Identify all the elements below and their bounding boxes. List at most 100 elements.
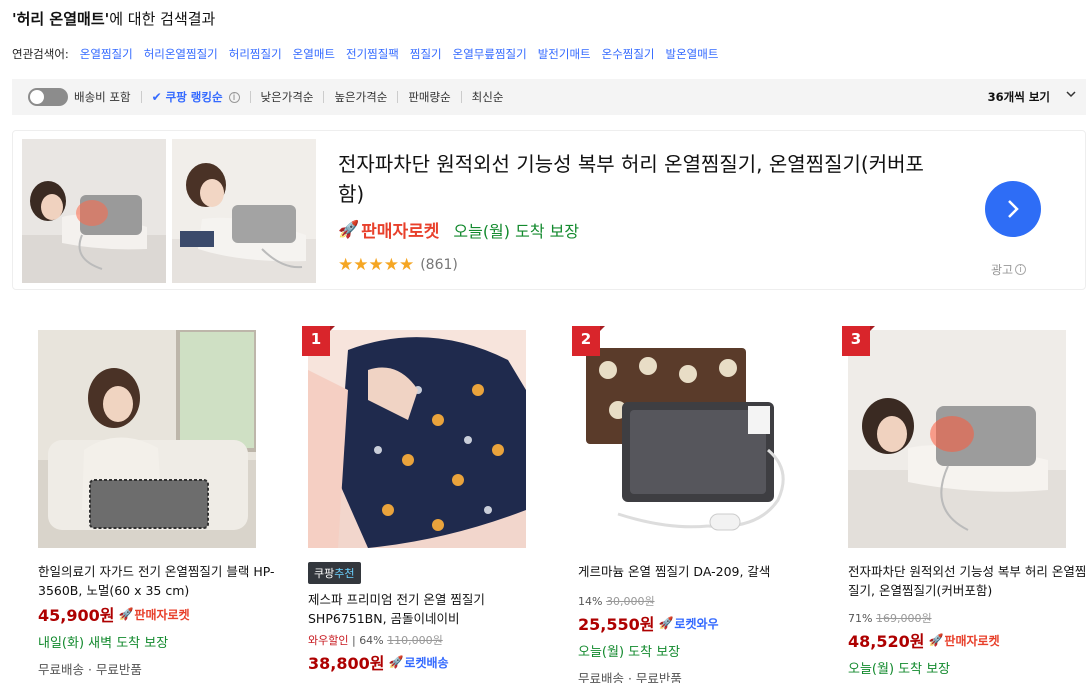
- rocket-icon: 🚀: [388, 655, 404, 669]
- related-term-link[interactable]: 온수찜질기: [602, 46, 655, 62]
- related-term-link[interactable]: 온열매트: [293, 46, 335, 62]
- original-price: 30,000원: [605, 595, 655, 608]
- rank-badge: 1: [302, 326, 335, 356]
- price-line: 45,900원 🚀 판매자로켓: [38, 602, 278, 626]
- sort-option-newest[interactable]: 최신순: [472, 89, 504, 105]
- shipping-included-toggle[interactable]: [28, 88, 68, 106]
- review-count: (861): [420, 257, 458, 273]
- ad-product-title[interactable]: 전자파차단 원적외선 기능성 복부 허리 온열찜질기, 온열찜질기(커버포함): [338, 149, 948, 209]
- search-result-heading: '허리 온열매트'에 대한 검색결과: [12, 8, 215, 29]
- price-line: 25,550원 🚀 로켓와우: [578, 611, 818, 635]
- chevron-right-icon: [1008, 200, 1019, 218]
- delivery-badge-label: 판매자로켓: [944, 633, 1000, 648]
- product-image[interactable]: [172, 139, 316, 283]
- product-image[interactable]: [848, 330, 1066, 548]
- product-info: 게르마늄 온열 찜질기 DA-209, 갈색 14% 30,000원 25,55…: [578, 562, 818, 683]
- rocket-delivery-badge: 🚀 로켓배송: [388, 654, 448, 671]
- product-name[interactable]: 게르마늄 온열 찜질기 DA-209, 갈색: [578, 562, 818, 581]
- related-searches: 연관검색어: 온열찜질기 허리온열찜질기 허리찜질기 온열매트 전기찜질팩 찜질…: [12, 46, 718, 62]
- shipping-note: 무료배송 · 무료반품: [38, 662, 142, 677]
- delivery-badge-label: 판매자로켓: [134, 607, 190, 622]
- product-image[interactable]: [578, 330, 796, 548]
- search-result-suffix: 에 대한 검색결과: [109, 10, 216, 28]
- info-icon[interactable]: i: [228, 91, 240, 103]
- sort-option-sales[interactable]: 판매량순: [408, 89, 450, 105]
- seller-rocket-label: 판매자로켓: [361, 222, 440, 242]
- sale-price: 25,550원: [578, 615, 655, 634]
- sort-option-low-price[interactable]: 낮은가격순: [261, 89, 314, 105]
- info-icon[interactable]: i: [1015, 264, 1027, 275]
- rating: ★★★★★ (861): [338, 255, 458, 275]
- seller-rocket-badge: 🚀 판매자로켓: [338, 217, 440, 243]
- rocket-icon: 🚀: [928, 633, 944, 647]
- related-term-link[interactable]: 온열무릎찜질기: [453, 46, 527, 62]
- rank-badge: 3: [842, 326, 875, 356]
- original-price: 110,000원: [387, 634, 443, 647]
- sponsored-product-banner[interactable]: 전자파차단 원적외선 기능성 복부 허리 온열찜질기, 온열찜질기(커버포함) …: [12, 130, 1086, 290]
- rocket-icon: 🚀: [338, 219, 360, 240]
- rocket-icon: 🚀: [658, 616, 674, 630]
- sort-option-label: 쿠팡 랭킹순: [165, 90, 223, 104]
- ad-badges: 🚀 판매자로켓 오늘(월) 도착 보장: [338, 217, 580, 243]
- original-price-line: 14% 30,000원: [578, 593, 818, 609]
- product-image[interactable]: [308, 330, 526, 548]
- ad-label-text: 광고: [991, 263, 1014, 277]
- product-name[interactable]: 전자파차단 원적외선 기능성 복부 허리 온열찜질기, 온열찜질기(커버포함): [848, 562, 1086, 600]
- arrival-guarantee: 오늘(월) 도착 보장: [578, 645, 681, 660]
- seller-rocket-badge: 🚀 판매자로켓: [928, 632, 999, 649]
- search-results-page: '허리 온열매트'에 대한 검색결과 연관검색어: 온열찜질기 허리온열찜질기 …: [0, 0, 1086, 683]
- sale-price: 38,800원: [308, 654, 385, 673]
- price-line: 38,800원 🚀 로켓배송: [308, 650, 548, 674]
- original-price-line: 와우할인 | 64% 110,000원: [308, 634, 443, 647]
- product-info: 전자파차단 원적외선 기능성 복부 허리 온열찜질기, 온열찜질기(커버포함) …: [848, 562, 1086, 677]
- related-term-link[interactable]: 전기찜질팩: [346, 46, 399, 62]
- per-page-select[interactable]: 36개씩 보기: [988, 89, 1050, 105]
- discount-percent: 71%: [848, 612, 873, 625]
- related-term-link[interactable]: 허리찜질기: [229, 46, 282, 62]
- checkmark-icon: ✔: [151, 90, 162, 104]
- delivery-badge-label: 로켓와우: [674, 616, 719, 631]
- recommended-label: 쿠팡추천: [314, 567, 355, 580]
- search-keyword: '허리 온열매트': [12, 10, 110, 28]
- sort-option-ranking[interactable]: ✔ 쿠팡 랭킹순 i: [152, 89, 240, 105]
- star-rating-icon: ★★★★★: [338, 255, 415, 275]
- product-name[interactable]: 한일의료기 자가드 전기 온열찜질기 블랙 HP-3560B, 노멀(60 x …: [38, 562, 278, 600]
- related-searches-label: 연관검색어:: [12, 47, 69, 61]
- shipping-note: 무료배송 · 무료반품: [578, 671, 682, 683]
- divider: [140, 91, 142, 103]
- coupang-recommended-badge: 쿠팡추천: [308, 562, 361, 584]
- price-line: 48,520원 🚀 판매자로켓: [848, 628, 1086, 652]
- shipping-included-label: 배송비 포함: [74, 90, 131, 104]
- rocket-wow-badge: 🚀 로켓와우: [658, 615, 718, 632]
- arrival-guarantee: 오늘(월) 도착 보장: [848, 662, 951, 677]
- original-price: 169,000원: [875, 612, 932, 625]
- sort-bar: 배송비 포함 ✔ 쿠팡 랭킹순 i 낮은가격순 높은가격순 판매량순 최신순 3…: [12, 79, 1086, 115]
- sort-option-high-price[interactable]: 높은가격순: [334, 89, 387, 105]
- product-image[interactable]: [22, 139, 166, 283]
- discount-label: 와우할인: [308, 634, 349, 647]
- product-image[interactable]: [38, 330, 256, 548]
- discount-percent: 14%: [578, 595, 603, 608]
- rocket-icon: 🚀: [118, 607, 134, 621]
- delivery-badge-label: 로켓배송: [404, 655, 449, 670]
- related-term-link[interactable]: 온열찜질기: [80, 46, 133, 62]
- product-info: 한일의료기 자가드 전기 온열찜질기 블랙 HP-3560B, 노멀(60 x …: [38, 562, 278, 678]
- next-ad-button[interactable]: [985, 181, 1041, 237]
- divider: [397, 91, 399, 103]
- divider: [323, 91, 325, 103]
- related-term-link[interactable]: 발온열매트: [666, 46, 719, 62]
- product-info: 쿠팡추천 제스파 프리미엄 전기 온열 찜질기 SHP6751BN, 곰돌이네이…: [308, 562, 548, 674]
- related-term-link[interactable]: 허리온열찜질기: [144, 46, 218, 62]
- ad-label: 광고 i: [991, 261, 1027, 278]
- sale-price: 45,900원: [38, 606, 115, 625]
- related-term-link[interactable]: 찜질기: [410, 46, 442, 62]
- arrival-guarantee: 오늘(월) 도착 보장: [453, 221, 580, 241]
- product-name[interactable]: 제스파 프리미엄 전기 온열 찜질기 SHP6751BN, 곰돌이네이비: [308, 590, 548, 628]
- rank-badge: 2: [572, 326, 605, 356]
- chevron-down-icon[interactable]: [1066, 89, 1076, 99]
- related-term-link[interactable]: 발전기매트: [538, 46, 591, 62]
- discount-percent: 64%: [359, 634, 384, 647]
- original-price-line: 71% 169,000원: [848, 610, 1086, 626]
- divider: [460, 91, 462, 103]
- seller-rocket-badge: 🚀 판매자로켓: [118, 606, 189, 623]
